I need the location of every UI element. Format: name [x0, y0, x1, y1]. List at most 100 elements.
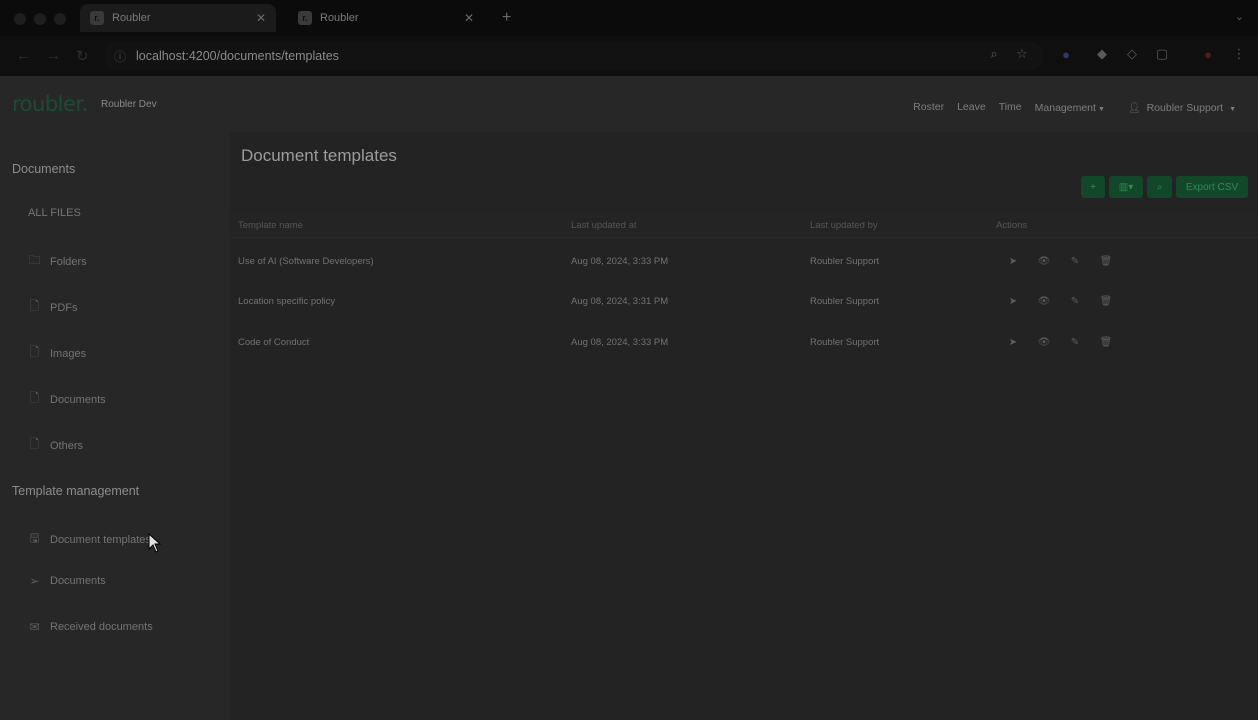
row-actions: ➤ 👁︎ ✎ 🗑︎ [1006, 334, 1113, 350]
reload-icon[interactable]: ↻ [76, 47, 89, 65]
trash-icon[interactable]: 🗑︎ [1099, 293, 1113, 309]
chevron-down-icon[interactable]: ⌄ [1235, 10, 1244, 23]
table-header: Template name Last updated at Last updat… [230, 212, 1258, 238]
user-name: Roubler Support [1146, 102, 1224, 114]
minimize-window-button[interactable] [34, 13, 46, 25]
close-icon[interactable]: ✕ [256, 11, 266, 25]
nav-leave[interactable]: Leave [957, 101, 986, 113]
send-icon[interactable]: ➤ [1006, 253, 1020, 269]
site-info-icon[interactable]: ⓘ [114, 48, 126, 65]
row-actions: ➤ 👁︎ ✎ 🗑︎ [1006, 253, 1113, 269]
favicon-icon: r. [298, 11, 312, 25]
sidebar-item-folders[interactable]: 🗀︎ Folders [28, 251, 87, 272]
browser-tab-bar: r. Roubler ✕ r. Roubler ✕ + ⌄ [0, 0, 1258, 36]
sidebar-item-pdfs[interactable]: 🗋︎ PDFs [28, 297, 78, 318]
updated-at-cell: Aug 08, 2024, 3:31 PM [571, 296, 669, 307]
file-icon: 🗋︎ [29, 299, 40, 313]
nav-management: Management [1034, 102, 1096, 114]
url-input[interactable]: ⓘ localhost:4200/documents/templates [104, 42, 1044, 70]
table-row[interactable]: Use of AI (Software Developers) Aug 08, … [230, 242, 1258, 282]
search-button[interactable]: ⌕ [1147, 176, 1172, 198]
eye-icon[interactable]: 👁︎ [1037, 293, 1051, 309]
sidebar-item-received-documents[interactable]: ✉︎ Received documents [28, 620, 153, 634]
favicon-icon: r. [90, 11, 104, 25]
browser-address-bar: ← → ↻ ⓘ localhost:4200/documents/templat… [0, 36, 1258, 76]
folder-icon: 🗀︎ [28, 253, 41, 267]
send-icon[interactable]: ➤ [1006, 334, 1020, 350]
send-icon[interactable]: ➤ [1006, 293, 1020, 309]
column-toggle-button[interactable]: ▥▾ [1109, 176, 1143, 198]
column-header-last-updated-by[interactable]: Last updated by [810, 220, 878, 231]
user-icon: 👤︎ [1127, 103, 1141, 114]
new-tab-plus-icon[interactable]: + [502, 9, 511, 27]
sidebar: Documents ALL FILES 🗀︎ Folders 🗋︎ PDFs 🗋… [0, 132, 230, 720]
nav-time[interactable]: Time [999, 101, 1022, 113]
add-template-button[interactable]: + [1081, 176, 1105, 198]
zoom-icon[interactable]: ⌕ [987, 46, 1001, 61]
sidebar-item-all-files[interactable]: ALL FILES [28, 207, 81, 219]
tab-title: Roubler [112, 12, 151, 24]
sidebar-heading-template-management: Template management [12, 484, 140, 498]
sidebar-item-label: Folders [50, 255, 87, 268]
caret-down-icon: ▼ [1097, 106, 1105, 113]
eye-icon[interactable]: 👁︎ [1037, 334, 1051, 350]
back-arrow-icon[interactable]: ← [16, 47, 31, 64]
updated-by-cell: Roubler Support [810, 256, 880, 267]
trash-icon[interactable]: 🗑︎ [1099, 253, 1113, 269]
row-actions: ➤ 👁︎ ✎ 🗑︎ [1006, 293, 1113, 309]
organization-name: Roubler Dev [101, 99, 157, 110]
template-name-cell[interactable]: Location specific policy [238, 296, 335, 307]
sidebar-item-others[interactable]: 🗋︎ Others [28, 435, 83, 456]
roubler-logo[interactable]: roubler. [12, 92, 88, 116]
extension-icon[interactable]: ● [1059, 47, 1073, 62]
sidebar-item-document-templates[interactable]: 🖫︎ Document templates [28, 529, 151, 550]
column-header-actions: Actions [996, 220, 1028, 231]
url-text: localhost:4200/documents/templates [136, 49, 339, 63]
file-icon: 🗋︎ [29, 437, 40, 451]
pencil-icon[interactable]: ✎ [1068, 293, 1082, 309]
browser-menu-icon[interactable]: ⋮ [1232, 46, 1246, 61]
table-row[interactable]: Location specific policy Aug 08, 2024, 3… [230, 282, 1258, 322]
trash-icon[interactable]: 🗑︎ [1099, 334, 1113, 350]
sidebar-item-label: PDFs [50, 301, 78, 314]
extensions-puzzle-icon[interactable]: ▢ [1155, 46, 1169, 61]
save-icon: 🖫︎ [29, 531, 40, 545]
extension-icon[interactable]: ◆ [1095, 46, 1109, 61]
sidebar-item-label: Received documents [50, 621, 153, 633]
close-window-button[interactable] [14, 13, 26, 25]
profile-avatar[interactable]: ● [1201, 47, 1215, 62]
updated-by-cell: Roubler Support [810, 296, 880, 307]
updated-by-cell: Roubler Support [810, 337, 880, 348]
sidebar-heading-documents: Documents [12, 162, 76, 176]
export-csv-button[interactable]: Export CSV [1176, 176, 1248, 198]
pencil-icon[interactable]: ✎ [1068, 334, 1082, 350]
template-name-cell[interactable]: Use of AI (Software Developers) [238, 256, 374, 267]
sidebar-item-label: Others [50, 439, 84, 452]
table-row[interactable]: Code of Conduct Aug 08, 2024, 3:33 PM Ro… [230, 323, 1258, 363]
template-name-cell[interactable]: Code of Conduct [238, 337, 309, 348]
forward-arrow-icon[interactable]: → [46, 47, 61, 64]
sidebar-item-images[interactable]: 🗋︎ Images [28, 343, 86, 364]
nav-management-dropdown[interactable]: Management ▼ [1035, 98, 1105, 116]
user-menu-dropdown[interactable]: 👤︎ Roubler Support ▼ [1128, 98, 1236, 116]
bookmark-star-icon[interactable]: ☆ [1015, 46, 1029, 61]
close-icon[interactable]: ✕ [464, 11, 474, 25]
browser-tab-1[interactable]: r. Roubler ✕ [80, 4, 276, 32]
nav-roster[interactable]: Roster [913, 101, 944, 113]
extension-icon[interactable]: ◇ [1125, 46, 1139, 61]
app-root: roubler. Roubler Dev Roster Leave Time M… [0, 76, 1258, 720]
table-toolbar: + ▥▾ ⌕ Export CSV [1081, 176, 1248, 198]
updated-at-cell: Aug 08, 2024, 3:33 PM [571, 256, 669, 267]
file-icon: 🗋︎ [29, 391, 40, 405]
browser-tab-2[interactable]: r. Roubler ✕ [288, 4, 484, 32]
sidebar-item-label: Documents [50, 575, 106, 587]
sidebar-item-documents[interactable]: 🗋︎ Documents [28, 389, 106, 410]
eye-icon[interactable]: 👁︎ [1037, 253, 1051, 269]
file-icon: 🗋︎ [29, 345, 40, 359]
pencil-icon[interactable]: ✎ [1068, 253, 1082, 269]
maximize-window-button[interactable] [54, 13, 66, 25]
sidebar-item-sent-documents[interactable]: ➢ Documents [28, 574, 106, 588]
sidebar-item-label: Documents [50, 393, 106, 406]
column-header-last-updated-at[interactable]: Last updated at [571, 220, 637, 231]
column-header-template-name[interactable]: Template name [238, 220, 303, 231]
